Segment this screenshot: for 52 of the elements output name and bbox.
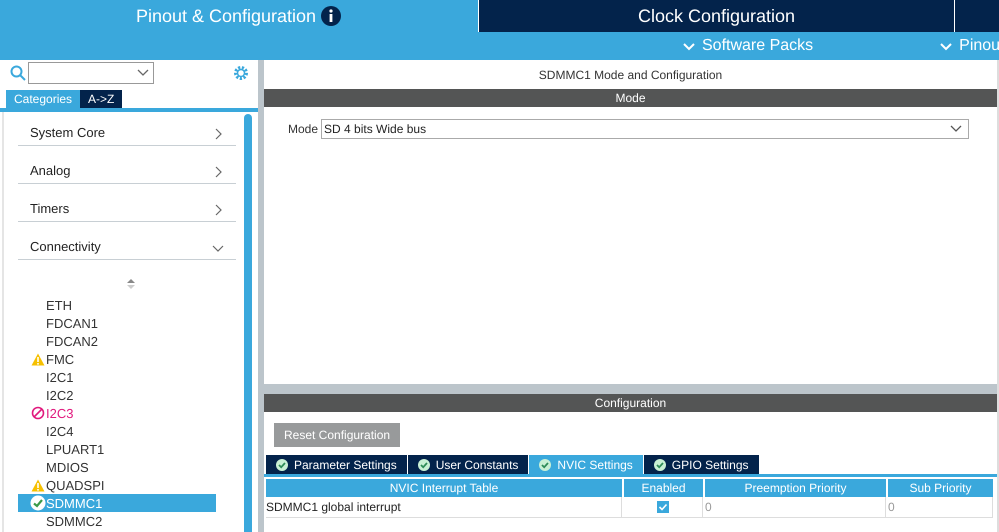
sort-icon [126,278,136,290]
list-tab[interactable]: A->Z [80,90,122,108]
peripheral-item[interactable]: FMC [18,350,216,368]
column-header: Enabled [624,479,703,497]
peripheral-item[interactable]: I2C2 [18,386,216,404]
peripheral-item[interactable]: I2C3 [18,404,216,422]
category-item[interactable]: Analog [18,146,236,184]
chevron-down-icon [137,69,149,77]
top-tab[interactable] [954,0,999,32]
check-circle-icon [418,458,430,470]
search-field[interactable] [28,62,154,84]
peripheral-item[interactable]: FDCAN1 [18,314,216,332]
chevron-down-icon [950,125,962,133]
peripheral-item[interactable]: ETH [18,296,216,314]
field-label: Mode [288,122,318,136]
peripheral-item[interactable]: SDMMC2 [18,512,216,530]
category-item[interactable]: Timers [18,184,236,222]
column-header: NVIC Interrupt Table [266,479,622,497]
top-tab[interactable]: Clock Configuration [478,0,954,32]
warning-icon [31,478,45,492]
check-circle-icon [30,495,46,511]
config-tab[interactable]: Parameter Settings [266,455,407,474]
check-circle-icon [654,458,666,470]
config-tab[interactable]: GPIO Settings [644,455,758,474]
checkbox[interactable] [657,501,669,513]
peripheral-item[interactable]: MDIOS [18,458,216,476]
search-icon [10,65,26,81]
panel-title: SDMMC1 Mode and Configuration [538,66,724,84]
prohibited-icon [31,406,45,420]
category-item[interactable]: System Core [18,112,236,146]
info-icon [320,5,342,27]
column-header: Preemption Priority [705,479,886,497]
table-cell: SDMMC1 global interrupt [266,497,622,517]
check-circle-icon [539,458,552,470]
peripheral-item[interactable]: FDCAN2 [18,332,216,350]
peripheral-item[interactable]: I2C1 [18,368,216,386]
section-header: Configuration [264,394,997,412]
mode-dropdown[interactable]: SD 4 bits Wide bus [321,119,969,139]
column-header: Sub Priority [888,479,993,497]
check-circle-icon [276,458,288,470]
peripheral-item[interactable]: I2C4 [18,422,216,440]
peripheral-item[interactable]: QUADSPI [18,476,216,494]
peripheral-item[interactable]: LPUART1 [18,440,216,458]
warning-icon [31,352,45,366]
section-header: Mode [264,89,997,107]
checkmark-icon [658,502,668,512]
category-item[interactable]: Connectivity [18,222,236,260]
settings-icon [232,64,250,82]
table-cell: 0 [705,497,886,517]
table-cell: 0 [888,497,993,517]
config-tab[interactable]: User Constants [408,455,528,474]
scrollbar[interactable] [244,114,252,532]
